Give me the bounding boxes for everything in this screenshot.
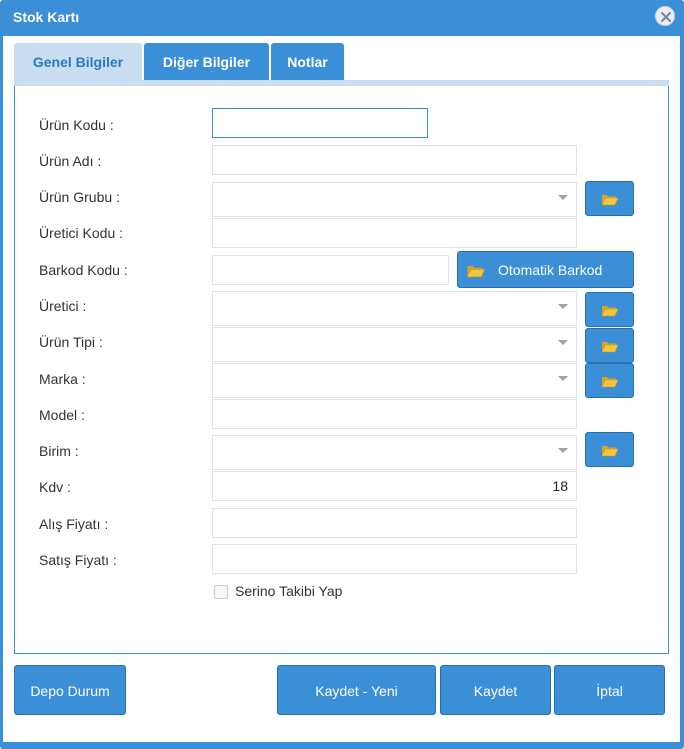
kaydet-yeni-button[interactable]: Kaydet - Yeni	[277, 665, 436, 715]
marka-browse-button[interactable]	[585, 363, 634, 398]
chevron-down-icon	[558, 340, 568, 345]
kdv-input[interactable]	[212, 471, 577, 501]
folder-open-icon	[601, 195, 619, 206]
urun-grubu-select[interactable]	[212, 182, 577, 217]
barkod-kodu-label: Barkod Kodu :	[39, 262, 128, 278]
uretici-select[interactable]	[212, 291, 577, 326]
chevron-down-icon	[558, 448, 568, 453]
folder-open-icon	[466, 266, 486, 278]
folder-open-icon	[601, 377, 619, 388]
urun-tipi-browse-button[interactable]	[585, 328, 634, 363]
urun-kodu-input[interactable]	[212, 108, 428, 138]
dialog-body: Genel Bilgiler Diğer Bilgiler Notlar Ürü…	[3, 36, 680, 742]
urun-grubu-label: Ürün Grubu :	[39, 189, 120, 205]
uretici-browse-button[interactable]	[585, 292, 634, 327]
urun-tipi-label: Ürün Tipi :	[39, 334, 103, 350]
folder-open-icon	[601, 306, 619, 317]
urun-adi-input[interactable]	[212, 145, 577, 175]
uretici-label: Üretici :	[39, 298, 87, 314]
chevron-down-icon	[558, 195, 568, 200]
marka-select[interactable]	[212, 363, 577, 398]
birim-browse-button[interactable]	[585, 432, 634, 467]
kaydet-button[interactable]: Kaydet	[440, 665, 551, 715]
urun-adi-label: Ürün Adı :	[39, 153, 102, 169]
chevron-down-icon	[558, 304, 568, 309]
urun-kodu-label: Ürün Kodu :	[39, 117, 114, 133]
close-button[interactable]	[655, 6, 675, 26]
barkod-kodu-input[interactable]	[212, 255, 449, 285]
tab-notlar[interactable]: Notlar	[271, 43, 344, 81]
alis-fiyati-label: Alış Fiyatı :	[39, 516, 109, 532]
model-label: Model :	[39, 407, 85, 423]
stok-karti-dialog: Stok Kartı Genel Bilgiler Diğer Bilgiler…	[0, 0, 684, 749]
close-icon	[661, 12, 671, 22]
folder-open-icon	[601, 342, 619, 353]
uretici-kodu-label: Üretici Kodu :	[39, 225, 124, 241]
alis-fiyati-input[interactable]	[212, 508, 577, 538]
chevron-down-icon	[558, 376, 568, 381]
iptal-button[interactable]: İptal	[554, 665, 665, 715]
uretici-kodu-input[interactable]	[212, 218, 577, 248]
depo-durum-button[interactable]: Depo Durum	[14, 665, 126, 715]
checkbox-box[interactable]	[214, 585, 228, 599]
kdv-label: Kdv :	[39, 479, 71, 495]
title-bar: Stok Kartı	[0, 0, 684, 34]
tab-diger-bilgiler[interactable]: Diğer Bilgiler	[144, 43, 269, 81]
birim-label: Birim :	[39, 443, 79, 459]
tab-genel-bilgiler[interactable]: Genel Bilgiler	[14, 43, 142, 81]
model-input[interactable]	[212, 399, 577, 429]
otomatik-barkod-button[interactable]: Otomatik Barkod	[457, 251, 634, 288]
window-title: Stok Kartı	[13, 9, 80, 25]
satis-fiyati-label: Satış Fiyatı :	[39, 552, 117, 568]
urun-grubu-browse-button[interactable]	[585, 181, 634, 216]
folder-open-icon	[601, 446, 619, 457]
satis-fiyati-input[interactable]	[212, 544, 577, 574]
birim-select[interactable]	[212, 435, 577, 470]
marka-label: Marka :	[39, 371, 86, 387]
serino-takibi-label: Serino Takibi Yap	[235, 583, 343, 599]
urun-tipi-select[interactable]	[212, 327, 577, 362]
genel-bilgiler-panel: Ürün Kodu : Ürün Adı : Ürün Grubu : Üret…	[14, 86, 669, 654]
